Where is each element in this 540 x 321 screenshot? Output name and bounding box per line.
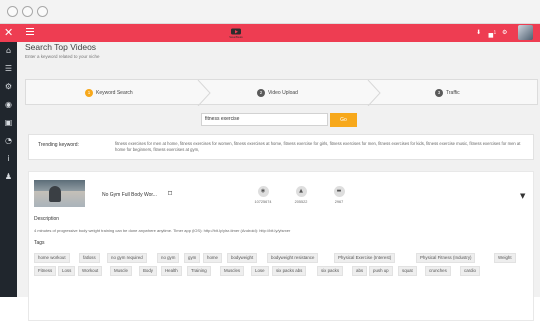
step-number: 1 [85,88,93,97]
window-minimize-dot[interactable] [22,6,33,17]
media-icon[interactable]: ▣ [4,118,13,127]
tag-chip[interactable]: Physical Exercise (Interest) [334,253,396,263]
app-window: ✕ SaverBeats ⬇ ■1 ⚙ ⌂ ☰ ⚙ ◉ ▣ ◔ i ♟ Sear… [0,0,540,321]
tag-chip[interactable]: bodyweight resistance [267,253,319,263]
tag-chip[interactable]: Workout [78,266,103,276]
tag-chip[interactable]: Fitness [34,266,57,276]
tag-chip[interactable]: Weight [494,253,516,263]
video-title[interactable]: No Gym Full Body Wor... [102,192,157,198]
tag-chip[interactable]: cardio [460,266,480,276]
step-video-upload[interactable]: 2 Video Upload [257,87,298,99]
window-maximize-dot[interactable] [37,6,48,17]
wizard-stepper: 1 Keyword Search 2 Video Upload 3 Traffic [25,79,538,106]
tag-chip[interactable]: six packs [317,266,344,276]
tag-chip[interactable]: home [203,253,222,263]
expand-caret-icon[interactable]: ▼ [520,192,525,200]
views-stat: ◉ 10725674 [249,186,277,204]
settings-icon[interactable]: ⚙ [502,27,507,39]
tag-chip[interactable]: Lose [251,266,269,276]
brand-logo: SaverBeats [229,28,243,39]
tag-chip[interactable]: Health [161,266,182,276]
trending-keywords-panel: Trending keyword: fitness exercises for … [28,134,534,160]
chart-icon[interactable]: ◔ [4,136,13,145]
list-icon[interactable]: ☰ [4,64,13,73]
brand-name: SaverBeats [229,35,243,39]
go-button[interactable]: Go [330,113,357,127]
tag-chip[interactable]: Body [139,266,158,276]
trending-keywords-text: fitness exercises for men at home, fitne… [115,141,521,152]
thumbs-up-icon: ▲ [295,186,307,197]
tag-chip[interactable]: bodyweight [227,253,258,263]
main-content: Search Top Videos Enter a keyword relate… [17,42,540,321]
tag-chip[interactable]: gym [184,253,201,263]
menu-icon[interactable] [26,28,34,36]
video-result-card: No Gym Full Body Wor... ⌑ ◉ 10725674 ▲ 2… [28,171,534,321]
step-label: Keyword Search [96,90,133,96]
bell-icon[interactable]: ■1 [488,27,496,42]
comment-icon: ▬ [333,186,345,197]
step-keyword-search[interactable]: 1 Keyword Search [85,87,133,99]
globe-icon[interactable]: ◉ [4,100,13,109]
step-label: Traffic [446,90,460,96]
users-icon[interactable]: ♟ [4,172,13,181]
tag-chip[interactable]: no gym required [107,253,147,263]
step-number: 2 [257,88,265,97]
download-icon[interactable]: ⬇ [476,27,481,39]
step-label: Video Upload [268,90,298,96]
thumbnail-figure [49,186,61,202]
video-thumbnail[interactable] [34,180,85,207]
tag-chip[interactable]: Muscles [220,266,245,276]
views-count: 10725674 [254,200,272,204]
page-subtitle: Enter a keyword related to your niche [25,54,100,59]
info-icon[interactable]: i [4,154,13,163]
tag-chip[interactable]: push up [369,266,393,276]
avatar[interactable] [518,25,533,40]
top-navbar: ✕ SaverBeats ⬇ ■1 ⚙ [0,24,540,42]
eye-icon: ◉ [257,186,269,197]
search-input[interactable]: fitness exercise [201,113,328,126]
comments-stat: ▬ 2967 [325,186,353,204]
tag-chip[interactable]: Loss [58,266,76,276]
tag-chip[interactable]: abs [352,266,368,276]
tag-chip[interactable]: crunches [425,266,451,276]
window-titlebar [0,0,540,24]
tag-chip[interactable]: fatloss [79,253,100,263]
tag-chip[interactable]: Training [187,266,211,276]
likes-count: 205522 [294,200,308,204]
window-close-dot[interactable] [7,6,18,17]
likes-stat: ▲ 205522 [287,186,315,204]
trending-label: Trending keyword: [38,142,79,148]
step-number: 3 [435,88,443,97]
tag-chip[interactable]: Muscle [110,266,132,276]
tags-heading: Tags [34,240,45,246]
comments-count: 2967 [334,200,344,204]
description-heading: Description [34,216,60,222]
tag-chip[interactable]: squat [398,266,417,276]
tag-chip[interactable]: Physical Fitness (Industry) [416,253,476,263]
tag-chip[interactable]: no gym [157,253,180,263]
description-text: 4 minutes of progressive body weight tra… [34,228,291,233]
sidebar: ⌂ ☰ ⚙ ◉ ▣ ◔ i ♟ [0,42,17,297]
step-traffic[interactable]: 3 Traffic [435,87,460,99]
tag-chip[interactable]: six packs abs [272,266,307,276]
notification-badge: 1 [493,30,497,35]
gear-icon[interactable]: ⚙ [4,82,13,91]
bookmark-icon[interactable]: ⌑ [168,189,172,198]
page-title: Search Top Videos [25,42,97,52]
close-sidebar-icon[interactable]: ✕ [4,25,13,41]
home-icon[interactable]: ⌂ [4,46,13,55]
tag-chip[interactable]: home workout [34,253,70,263]
